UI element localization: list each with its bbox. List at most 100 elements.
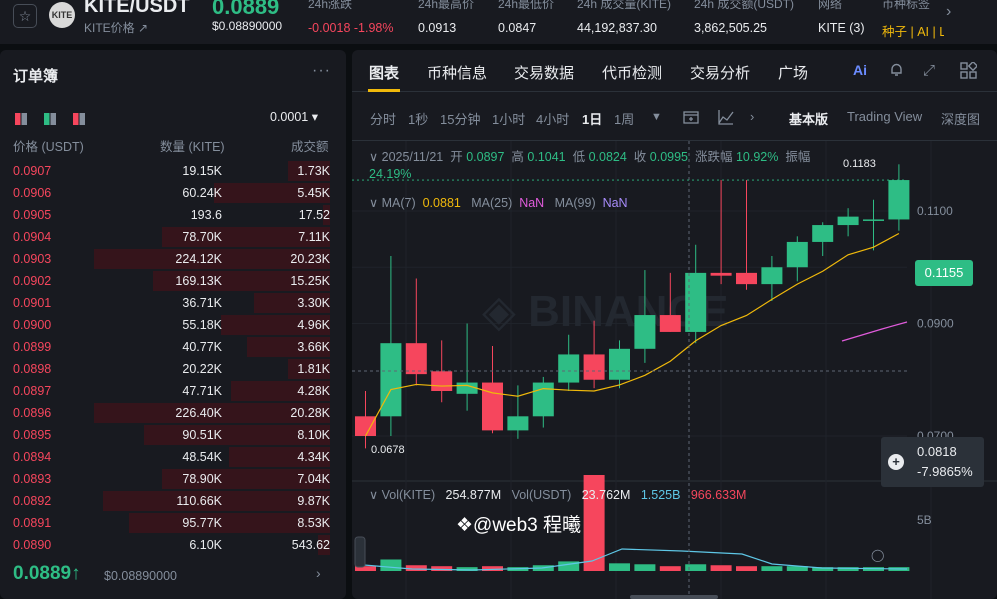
candle-body bbox=[507, 416, 529, 431]
ask-price: 0.0906 bbox=[13, 186, 52, 200]
tf-1d[interactable]: 1日 bbox=[582, 109, 602, 128]
stat-coin-tags[interactable]: 币种标签 种子 | AI | La bbox=[882, 0, 944, 40]
candle-body bbox=[863, 219, 884, 221]
price-page-link[interactable]: KITE价格 ↗ bbox=[84, 19, 148, 36]
orderbook-ask-row[interactable]: 0.0901 36.71K 3.30K bbox=[0, 292, 346, 314]
orderbook-ask-row[interactable]: 0.0896 226.40K 20.28K bbox=[0, 402, 346, 424]
ask-total: 4.96K bbox=[297, 318, 330, 332]
chevron-right-icon[interactable]: › bbox=[946, 3, 951, 21]
ohlc-high: 0.1041 bbox=[527, 150, 566, 164]
orderbook-ask-row[interactable]: 0.0900 55.18K 4.96K bbox=[0, 314, 346, 336]
ask-price: 0.0890 bbox=[13, 538, 52, 552]
orderbook-ask-row[interactable]: 0.0898 20.22K 1.81K bbox=[0, 358, 346, 380]
ask-price: 0.0892 bbox=[13, 494, 52, 508]
orderbook-buy-icon[interactable] bbox=[44, 112, 56, 125]
candle-body bbox=[634, 315, 656, 349]
candle-body bbox=[685, 272, 707, 332]
tf-line[interactable]: 分时 bbox=[370, 109, 396, 128]
indicator-settings-icon[interactable] bbox=[683, 109, 699, 128]
orderbook-ask-row[interactable]: 0.0907 19.15K 1.73K bbox=[0, 160, 346, 182]
orderbook-ask-row[interactable]: 0.0902 169.13K 15.25K bbox=[0, 270, 346, 292]
coin-logo-icon: KITE bbox=[49, 2, 75, 28]
y-tick-label: 0.1100 bbox=[917, 204, 953, 218]
stat-network[interactable]: 网络 KITE (3) bbox=[818, 0, 865, 35]
tab-trading-data[interactable]: 交易数据 bbox=[514, 62, 574, 83]
orderbook-ask-row[interactable]: 0.0897 47.71K 4.28K bbox=[0, 380, 346, 402]
ma99-value: NaN bbox=[602, 196, 628, 210]
orderbook-both-icon[interactable] bbox=[15, 112, 27, 125]
ask-total: 9.87K bbox=[297, 494, 330, 508]
candle-body bbox=[456, 382, 478, 394]
candle-body bbox=[609, 348, 630, 380]
pane-settings-icon: ◯ bbox=[871, 548, 884, 562]
ask-quantity: 90.51K bbox=[182, 428, 222, 442]
scroll-handle bbox=[354, 536, 366, 568]
view-tradingview[interactable]: Trading View bbox=[847, 109, 922, 124]
volume-bar bbox=[685, 564, 707, 571]
ask-total: 20.23K bbox=[290, 252, 330, 266]
crosshair-price-tag[interactable]: + 0.0818 -7.9865% bbox=[881, 437, 984, 487]
ai-icon[interactable]: Ai bbox=[853, 62, 867, 78]
tf-1h[interactable]: 1小时 bbox=[492, 109, 525, 128]
view-basic[interactable]: 基本版 bbox=[789, 109, 828, 128]
ask-quantity: 19.15K bbox=[182, 164, 222, 178]
chevron-right-icon[interactable]: › bbox=[750, 109, 754, 124]
pair-title[interactable]: KITE/USDT bbox=[84, 0, 190, 18]
orderbook-sell-icon[interactable] bbox=[73, 112, 85, 125]
candle-body bbox=[558, 354, 580, 383]
vol-usdt-value: 23.762M bbox=[581, 488, 631, 502]
drawing-tools-icon[interactable] bbox=[718, 109, 734, 128]
chevron-right-icon[interactable]: › bbox=[316, 565, 321, 581]
tf-15m[interactable]: 15分钟 bbox=[440, 109, 480, 128]
fullscreen-icon[interactable]: ⤢ bbox=[923, 62, 935, 79]
ask-quantity: 169.13K bbox=[175, 274, 222, 288]
active-tab-indicator bbox=[368, 89, 400, 92]
volume-bar bbox=[431, 566, 453, 571]
candle-body bbox=[837, 216, 859, 226]
orderbook-ask-row[interactable]: 0.0894 48.54K 4.34K bbox=[0, 446, 346, 468]
ask-total: 7.11K bbox=[298, 230, 330, 244]
orderbook-ask-row[interactable]: 0.0893 78.90K 7.04K bbox=[0, 468, 346, 490]
watermark: ❖@web3 程曦 bbox=[456, 515, 582, 536]
orderbook-ask-row[interactable]: 0.0891 95.77K 8.53K bbox=[0, 512, 346, 534]
orderbook-ask-row[interactable]: 0.0906 60.24K 5.45K bbox=[0, 182, 346, 204]
view-depth[interactable]: 深度图 bbox=[941, 109, 980, 128]
orderbook-ask-row[interactable]: 0.0890 6.10K 543.62 bbox=[0, 534, 346, 556]
precision-select[interactable]: 0.0001 ▾ bbox=[270, 109, 318, 124]
candle-body bbox=[812, 225, 834, 242]
ask-total: 543.62 bbox=[291, 538, 330, 552]
ask-price: 0.0900 bbox=[13, 318, 52, 332]
col-total-header: 成交额 bbox=[291, 140, 329, 154]
orderbook-ask-row[interactable]: 0.0905 193.6 17.52 bbox=[0, 204, 346, 226]
tab-chart[interactable]: 图表 bbox=[369, 62, 399, 83]
tab-token-check[interactable]: 代币检测 bbox=[602, 62, 662, 83]
crosshair-price: 0.0818 bbox=[917, 444, 957, 459]
tab-coin-info[interactable]: 币种信息 bbox=[427, 62, 487, 83]
volume-bar bbox=[761, 566, 783, 571]
tf-4h[interactable]: 4小时 bbox=[536, 109, 569, 128]
kline-chart[interactable]: 0.11000.10000.09000.07005B◈ BINANCE◯ ∨ 2… bbox=[352, 140, 997, 599]
timeframe-dropdown-icon[interactable]: ▼ bbox=[651, 111, 662, 123]
layout-grid-icon[interactable] bbox=[960, 60, 979, 83]
tab-trade-analysis[interactable]: 交易分析 bbox=[690, 62, 750, 83]
tab-square[interactable]: 广场 bbox=[778, 62, 808, 83]
more-dots-icon[interactable]: ··· bbox=[312, 62, 331, 80]
tf-1w[interactable]: 1周 bbox=[614, 109, 634, 128]
ma7-value: 0.0881 bbox=[422, 196, 461, 210]
bell-icon[interactable] bbox=[889, 62, 904, 81]
market-header: ☆ KITE KITE/USDT KITE价格 ↗ 0.0889 $0.0889… bbox=[0, 0, 997, 44]
ask-price: 0.0898 bbox=[13, 362, 52, 376]
orderbook-ask-row[interactable]: 0.0895 90.51K 8.10K bbox=[0, 424, 346, 446]
add-alert-icon[interactable]: + bbox=[888, 454, 904, 470]
col-price-header: 价格 (USDT) bbox=[13, 140, 84, 154]
orderbook-ask-row[interactable]: 0.0904 78.70K 7.11K bbox=[0, 226, 346, 248]
favorite-star-icon[interactable]: ☆ bbox=[13, 4, 37, 28]
ask-total: 5.45K bbox=[297, 186, 330, 200]
orderbook-ask-row[interactable]: 0.0892 110.66K 9.87K bbox=[0, 490, 346, 512]
candle-body bbox=[405, 343, 427, 375]
tf-1s[interactable]: 1秒 bbox=[408, 109, 428, 128]
candle-body bbox=[583, 354, 605, 380]
min-price-label: 0.0678 bbox=[371, 444, 405, 456]
orderbook-ask-row[interactable]: 0.0903 224.12K 20.23K bbox=[0, 248, 346, 270]
orderbook-ask-row[interactable]: 0.0899 40.77K 3.66K bbox=[0, 336, 346, 358]
